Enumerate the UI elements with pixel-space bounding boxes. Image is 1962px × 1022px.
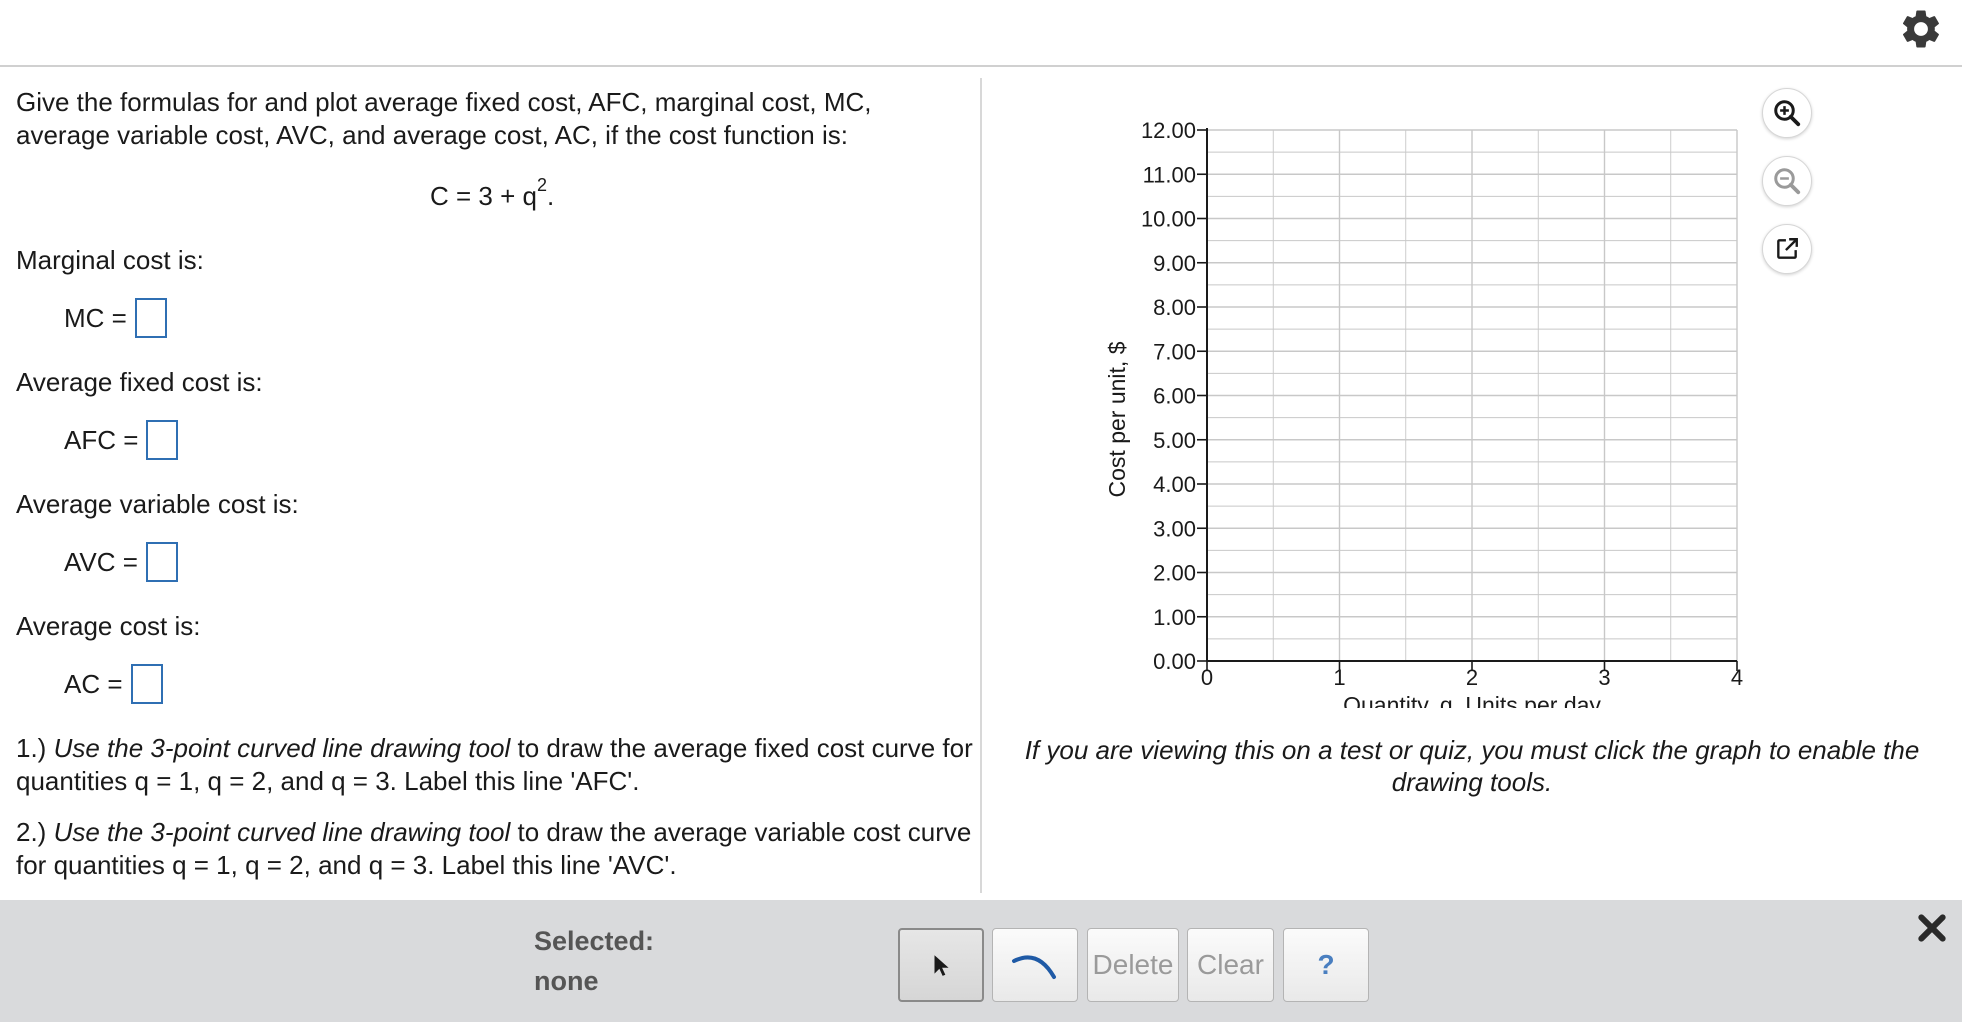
- cost-function-formula: C = 3 + q2.: [430, 176, 555, 213]
- popout-button[interactable]: [1762, 224, 1812, 274]
- y-tick-label: 5.00: [1153, 428, 1196, 453]
- ac-eq-label: AC =: [64, 668, 123, 699]
- x-tick-label: 2: [1466, 665, 1478, 690]
- formula-exponent: 2: [536, 175, 547, 195]
- drawing-toolbar: Selected: none Delete Clear ?: [0, 900, 1962, 1022]
- y-tick-label: 11.00: [1143, 162, 1196, 187]
- ac-answer-input[interactable]: [130, 664, 163, 704]
- help-button[interactable]: ?: [1283, 928, 1369, 1002]
- x-tick-label: 4: [1731, 665, 1743, 690]
- selected-label: Selected:: [534, 926, 655, 956]
- ac-equation: AC =: [64, 664, 163, 704]
- delete-button[interactable]: Delete: [1087, 928, 1179, 1002]
- x-axis-label: Quantity, q, Units per day: [1343, 692, 1601, 708]
- formula-end: .: [546, 181, 555, 211]
- question-panel: Give the formulas for and plot average f…: [0, 68, 980, 900]
- close-icon[interactable]: [1916, 912, 1948, 944]
- mc-answer-input[interactable]: [134, 298, 167, 338]
- gear-icon[interactable]: [1898, 6, 1944, 52]
- graph-ticks: 0.00 1.00 2.00 3.00 4.00 5.00 6.00 7.00 8.00 9.00…: [1141, 118, 1743, 690]
- ac-label: Average cost is:: [16, 611, 201, 641]
- mc-eq-label: MC =: [64, 302, 127, 333]
- graph-panel: 0.00 1.00 2.00 3.00 4.00 5.00 6.00 7.00 8.00 9.00…: [982, 68, 1962, 900]
- y-tick-label: 0.00: [1153, 649, 1196, 674]
- instruction-1: 1.) Use the 3-point curved line drawing …: [16, 732, 976, 798]
- avc-label: Average variable cost is:: [16, 489, 299, 519]
- y-tick-label: 4.00: [1153, 472, 1196, 497]
- y-tick-label: 6.00: [1153, 384, 1196, 409]
- x-tick-label: 1: [1333, 665, 1345, 690]
- instruction-1-prefix: 1.): [16, 733, 47, 763]
- pointer-arrow-icon: [934, 955, 949, 976]
- graph-grid: [1207, 129, 1738, 661]
- y-tick-label: 9.00: [1153, 251, 1196, 276]
- avc-answer-input[interactable]: [145, 542, 178, 582]
- y-tick-label: 1.00: [1153, 605, 1196, 630]
- instruction-2: 2.) Use the 3-point curved line drawing …: [16, 816, 976, 882]
- zoom-out-button[interactable]: [1762, 156, 1812, 206]
- formula-base: C = 3 + q: [430, 181, 537, 211]
- top-bar: [0, 0, 1962, 67]
- y-tick-label: 3.00: [1153, 516, 1196, 541]
- curve-tool-button[interactable]: [992, 928, 1078, 1002]
- instruction-2-tool: Use the 3-point curved line drawing tool: [53, 817, 511, 847]
- y-tick-label: 8.00: [1153, 295, 1196, 320]
- zoom-out-icon: [1774, 168, 1801, 195]
- popout-icon: [1777, 238, 1798, 259]
- y-axis-label: Cost per unit, $: [1104, 341, 1130, 497]
- clear-button[interactable]: Clear: [1187, 928, 1274, 1002]
- avc-eq-label: AVC =: [64, 546, 138, 577]
- x-tick-label: 0: [1201, 665, 1213, 690]
- pointer-tool-button[interactable]: [898, 928, 984, 1002]
- afc-equation: AFC =: [64, 420, 179, 460]
- selected-value: none: [534, 966, 599, 996]
- y-tick-label: 2.00: [1153, 561, 1196, 586]
- mc-label: Marginal cost is:: [16, 245, 204, 275]
- instruction-1-tool: Use the 3-point curved line drawing tool: [53, 733, 511, 763]
- mc-equation: MC =: [64, 298, 167, 338]
- graph-note: If you are viewing this on a test or qui…: [1024, 735, 1920, 797]
- y-tick-label: 12.00: [1141, 118, 1196, 143]
- x-tick-label: 3: [1598, 665, 1610, 690]
- y-tick-label: 10.00: [1141, 207, 1196, 232]
- question-intro: Give the formulas for and plot average f…: [16, 87, 872, 150]
- zoom-in-button[interactable]: [1762, 88, 1812, 138]
- afc-answer-input[interactable]: [146, 420, 179, 460]
- y-tick-label: 7.00: [1153, 339, 1196, 364]
- afc-label: Average fixed cost is:: [16, 367, 263, 397]
- curve-tool-icon: [1012, 955, 1056, 979]
- cost-graph[interactable]: 0.00 1.00 2.00 3.00 4.00 5.00 6.00 7.00 8.00 9.00…: [982, 68, 1962, 708]
- avc-equation: AVC =: [64, 542, 178, 582]
- instruction-2-prefix: 2.): [16, 817, 47, 847]
- afc-eq-label: AFC =: [64, 424, 139, 455]
- zoom-in-icon: [1774, 100, 1801, 127]
